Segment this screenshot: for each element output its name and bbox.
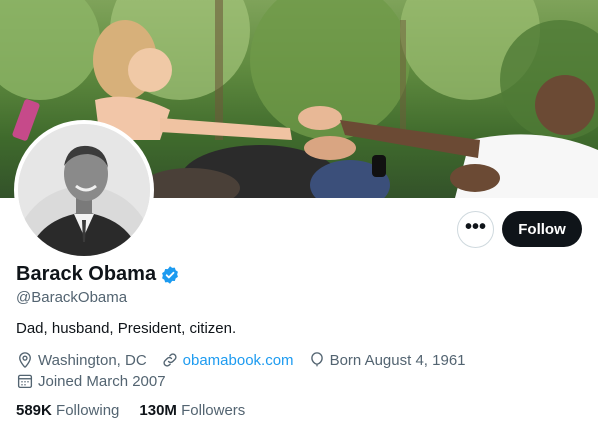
display-name: Barack Obama — [16, 263, 157, 285]
verified-badge-icon — [160, 265, 180, 285]
joined-text: Joined March 2007 — [38, 372, 166, 390]
profile-meta-joined: Joined March 2007 — [16, 372, 180, 390]
website-link[interactable]: obamabook.com — [183, 352, 294, 369]
website-item: obamabook.com — [161, 351, 294, 369]
follow-button[interactable]: Follow — [502, 211, 582, 247]
location-text: Washington, DC — [38, 351, 147, 369]
profile-avatar[interactable] — [14, 120, 154, 260]
following-stat[interactable]: 589K Following — [16, 402, 119, 419]
profile-handle: @BarackObama — [16, 289, 128, 306]
followers-count: 130M — [139, 402, 177, 419]
location-pin-icon — [19, 352, 31, 368]
following-count: 589K — [16, 402, 52, 419]
profile-meta: Washington, DC obamabook.com Born August… — [16, 351, 480, 369]
more-options-button[interactable]: ••• — [457, 211, 494, 248]
profile-name-row: Barack Obama — [16, 263, 180, 286]
profile-stats: 589K Following 130M Followers — [16, 402, 265, 419]
followers-label: Followers — [181, 402, 246, 419]
more-dots-icon: ••• — [464, 215, 486, 238]
following-label: Following — [56, 402, 120, 419]
calendar-icon — [17, 374, 33, 389]
location-item: Washington, DC — [16, 351, 147, 369]
followers-stat[interactable]: 130M Followers — [139, 402, 245, 419]
balloon-icon — [310, 352, 323, 367]
joined-item: Joined March 2007 — [16, 372, 166, 390]
profile-bio: Dad, husband, President, citizen. — [16, 320, 237, 337]
birthday-text: Born August 4, 1961 — [329, 351, 466, 369]
link-icon — [163, 353, 177, 367]
birthday-item: Born August 4, 1961 — [308, 351, 466, 369]
